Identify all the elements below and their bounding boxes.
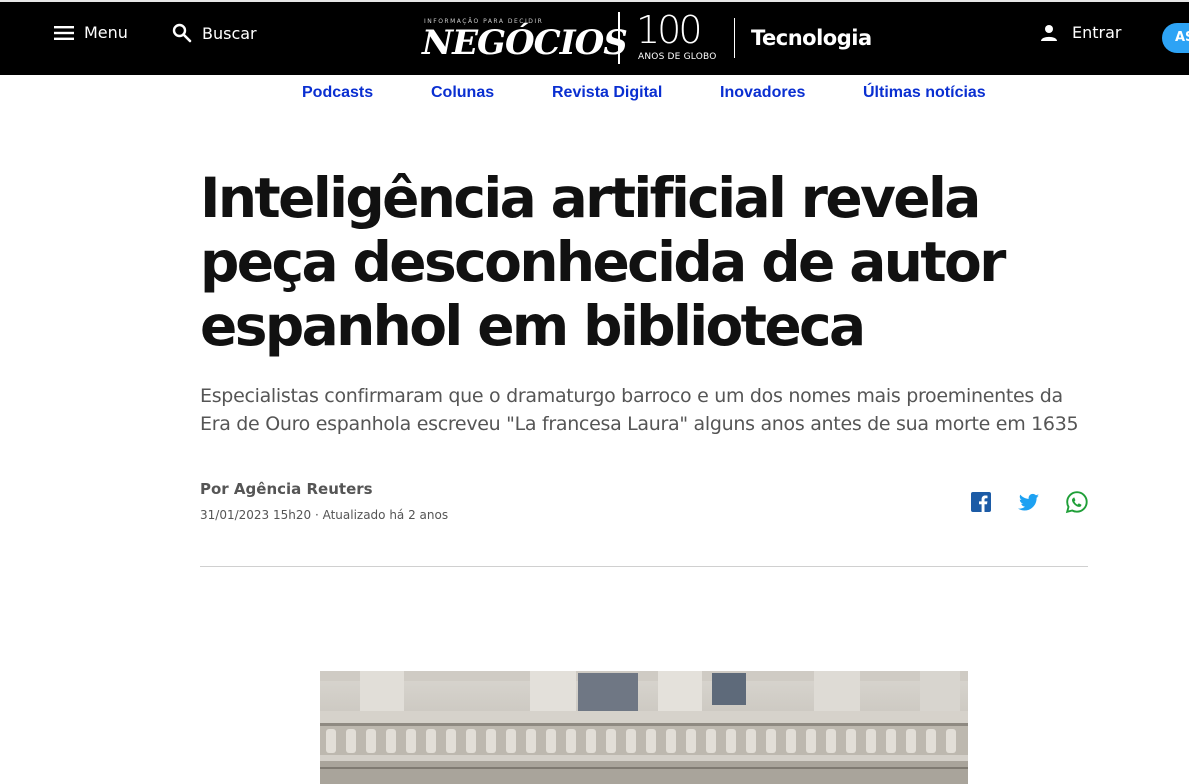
subscribe-button[interactable]: AS [1162,23,1189,53]
share-twitter-button[interactable] [1017,490,1041,514]
nav-item-colunas[interactable]: Colunas [431,84,494,102]
article-dateline: 31/01/2023 15h20 · Atualizado há 2 anos [200,508,449,522]
library-facade-image [320,671,968,784]
login-button[interactable]: Entrar [1040,23,1121,42]
nav-item-podcasts[interactable]: Podcasts [302,84,373,102]
subscribe-label: AS [1175,30,1189,45]
top-strip [0,0,1189,2]
menu-button[interactable]: Menu [54,23,128,42]
nav-item-revista-digital[interactable]: Revista Digital [552,84,662,102]
negocios-logo: INFORMAÇÃO PARA DECIDIR NEGÓCIOS [420,12,628,64]
section-nav: Podcasts Colunas Revista Digital Inovado… [0,84,1189,106]
top-bar: Menu Buscar INFORMAÇÃO PARA DECIDIR NEGÓ… [0,0,1189,75]
article-title: Inteligência artificial revela peça desc… [200,166,1006,358]
twitter-icon [1018,493,1039,511]
article-subtitle: Especialistas confirmaram que o dramatur… [200,385,1079,435]
search-label: Buscar [202,23,257,43]
article-lead-image [320,671,968,784]
whatsapp-icon [1065,491,1088,514]
article-byline: Por Agência Reuters [200,480,373,498]
anniversary-logo: 100 ANOS DE GLOBO [636,8,720,64]
hamburger-icon [54,25,74,40]
anniversary-text: ANOS DE GLOBO [638,52,717,62]
share-whatsapp-button[interactable] [1065,490,1089,514]
brand-logo-group[interactable]: INFORMAÇÃO PARA DECIDIR NEGÓCIOS 100 ANO… [420,8,872,64]
brand-wordmark: NEGÓCIOS [422,23,628,63]
menu-label: Menu [84,23,128,42]
search-icon [172,23,192,43]
nav-item-ultimas-noticias[interactable]: Últimas notícias [863,84,986,102]
section-divider [734,18,735,58]
section-name: Tecnologia [751,26,872,50]
facebook-icon [971,492,991,512]
user-icon [1041,24,1057,41]
nav-item-inovadores[interactable]: Inovadores [720,84,805,102]
search-button[interactable]: Buscar [172,23,257,43]
anniversary-number: 100 [636,8,703,52]
share-facebook-button[interactable] [969,490,993,514]
divider-line [200,566,1088,567]
login-label: Entrar [1072,23,1122,42]
